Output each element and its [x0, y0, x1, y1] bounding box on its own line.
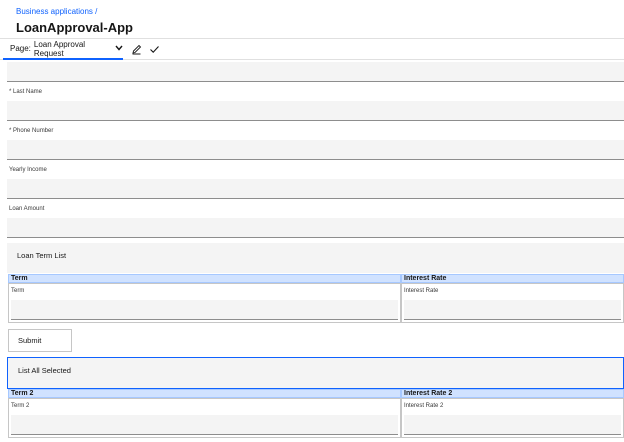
term-2-cell: Term 2 — [8, 398, 401, 438]
loan-amount-input[interactable] — [7, 218, 624, 238]
submit-button[interactable]: Submit — [8, 329, 72, 352]
phone-number-label: * Phone Number — [9, 128, 54, 134]
term-2-input[interactable] — [11, 415, 398, 435]
term-2-column-header: Term 2 — [8, 389, 401, 398]
page-selector-value: Loan Approval Request — [33, 39, 86, 58]
interest-rate-input[interactable] — [404, 300, 621, 320]
loan-term-list-title: Loan Term List — [17, 251, 67, 260]
term-column-header: Term — [8, 274, 401, 283]
interest-rate-cell: Interest Rate — [401, 283, 624, 323]
list-all-selected-section: List All Selected — [7, 357, 624, 389]
toolbar: Page: Loan Approval Request — [0, 38, 624, 60]
last-name-label: * Last Name — [9, 89, 43, 95]
term-2-cell-label: Term 2 — [11, 403, 30, 409]
interest-rate-2-cell: Interest Rate 2 — [401, 398, 624, 438]
interest-rate-2-column-header: Interest Rate 2 — [401, 389, 624, 398]
last-name-input[interactable] — [7, 101, 624, 121]
interest-rate-2-input[interactable] — [404, 415, 621, 435]
term-input[interactable] — [11, 300, 398, 320]
chevron-down-icon — [115, 44, 123, 53]
yearly-income-label: Yearly Income — [9, 167, 47, 173]
term-cell: Term — [8, 283, 401, 323]
loan-amount-label: Loan Amount — [9, 206, 45, 212]
checkmark-icon[interactable] — [147, 42, 161, 56]
pencil-icon[interactable] — [129, 42, 143, 56]
term-cell-label: Term — [11, 288, 25, 294]
loan-term-list-section: Loan Term List — [7, 243, 624, 273]
list-all-selected-title: List All Selected — [18, 366, 71, 375]
page-title: LoanApproval-App — [16, 20, 133, 35]
phone-number-input[interactable] — [7, 140, 624, 160]
interest-rate-cell-label: Interest Rate — [404, 288, 439, 294]
yearly-income-input[interactable] — [7, 179, 624, 199]
page-selector[interactable]: Page: Loan Approval Request — [3, 39, 123, 60]
page-selector-label: Page: — [10, 44, 31, 53]
first-name-input[interactable] — [7, 62, 624, 82]
app-header: Business applications / LoanApproval-App — [0, 0, 624, 38]
breadcrumb[interactable]: Business applications / — [16, 7, 97, 16]
form-area: * Last Name * Phone Number Yearly Income… — [6, 60, 624, 442]
interest-rate-2-cell-label: Interest Rate 2 — [404, 403, 444, 409]
interest-rate-column-header: Interest Rate — [401, 274, 624, 283]
